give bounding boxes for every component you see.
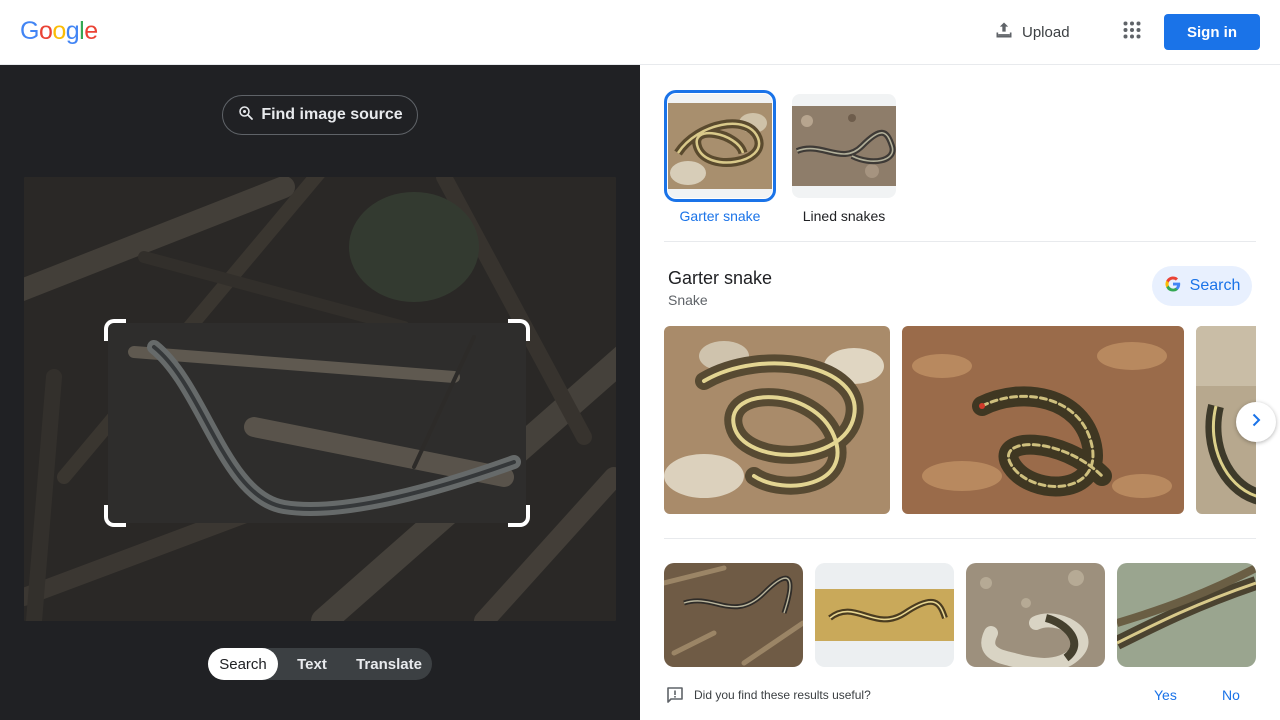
- logo-letter: g: [65, 17, 80, 45]
- entity-search-button[interactable]: Search: [1152, 266, 1252, 306]
- apps-grid-icon: [1123, 21, 1141, 44]
- lined-snakes-thumbnail: [792, 106, 896, 186]
- garter-snake-thumbnail: [668, 103, 772, 189]
- crop-handle-top-left[interactable]: [104, 319, 126, 341]
- visual-match-photo: [966, 563, 1105, 667]
- query-image-pane: Find image source Search Text Translate: [0, 65, 640, 720]
- carousel-next-button[interactable]: [1236, 402, 1276, 442]
- divider: [664, 538, 1256, 539]
- feedback-question: Did you find these results useful?: [694, 688, 871, 702]
- crop-handle-top-right[interactable]: [508, 319, 530, 341]
- logo-letter: G: [20, 17, 39, 45]
- header: Google Upload Sign in: [0, 0, 1280, 65]
- lens-mode-tabs: Search Text Translate: [208, 648, 432, 680]
- chip-lined-snakes[interactable]: Lined snakes: [788, 90, 900, 224]
- google-g-icon: [1164, 275, 1182, 298]
- garter-snake-photo: [902, 326, 1184, 514]
- logo-letter: o: [38, 17, 53, 45]
- results-pane: Garter snake Lined snakes Garter snake S…: [640, 65, 1280, 720]
- crop-handle-bottom-left[interactable]: [104, 505, 126, 527]
- entity-subtitle: Snake: [668, 292, 708, 308]
- chevron-right-icon: [1248, 412, 1264, 433]
- garter-snake-photo: [664, 326, 890, 514]
- query-image: [24, 177, 616, 621]
- visual-match-photo: [1117, 563, 1256, 667]
- feedback-no-button[interactable]: No: [1222, 687, 1240, 703]
- entity-chips: Garter snake Lined snakes: [664, 90, 900, 224]
- upload-button[interactable]: Upload: [984, 14, 1080, 50]
- logo-letter: o: [52, 17, 66, 45]
- visual-matches-grid: [664, 563, 1256, 673]
- visual-match-image[interactable]: [966, 563, 1105, 667]
- find-image-source-label: Find image source: [261, 106, 403, 123]
- carousel-image[interactable]: [902, 326, 1184, 514]
- crop-highlight: [108, 323, 526, 523]
- tab-search[interactable]: Search: [208, 648, 278, 680]
- chip-thumbnail: [664, 90, 776, 202]
- tab-text[interactable]: Text: [278, 648, 346, 680]
- feedback-yes-button[interactable]: Yes: [1154, 687, 1177, 703]
- sign-in-button[interactable]: Sign in: [1164, 14, 1260, 50]
- visual-match-photo: [664, 563, 803, 667]
- chip-label: Lined snakes: [802, 208, 886, 224]
- visual-match-photo: [815, 563, 954, 667]
- tab-translate[interactable]: Translate: [346, 648, 432, 680]
- chip-thumbnail: [792, 94, 896, 198]
- entity-search-label: Search: [1189, 277, 1241, 294]
- upload-icon: [994, 20, 1014, 44]
- lens-search-icon: [237, 104, 255, 127]
- visual-match-image[interactable]: [1117, 563, 1256, 667]
- entity-title: Garter snake: [668, 268, 773, 288]
- upload-label: Upload: [1022, 23, 1070, 41]
- crop-handle-bottom-right[interactable]: [508, 505, 530, 527]
- logo-letter: e: [84, 17, 98, 45]
- feedback-bar: Did you find these results useful? Yes N…: [640, 672, 1280, 720]
- crop-selection-box[interactable]: [104, 319, 530, 527]
- find-image-source-button[interactable]: Find image source: [222, 95, 418, 135]
- visual-match-image[interactable]: [664, 563, 803, 667]
- google-logo[interactable]: Google: [20, 17, 98, 46]
- visual-match-image[interactable]: [815, 563, 954, 667]
- apps-button[interactable]: [1116, 16, 1148, 48]
- entity-image-carousel: [664, 326, 1256, 514]
- feedback-icon: [666, 686, 684, 704]
- carousel-image[interactable]: [664, 326, 890, 514]
- chip-garter-snake[interactable]: Garter snake: [664, 90, 776, 224]
- chip-label: Garter snake: [679, 208, 761, 224]
- divider: [664, 241, 1256, 242]
